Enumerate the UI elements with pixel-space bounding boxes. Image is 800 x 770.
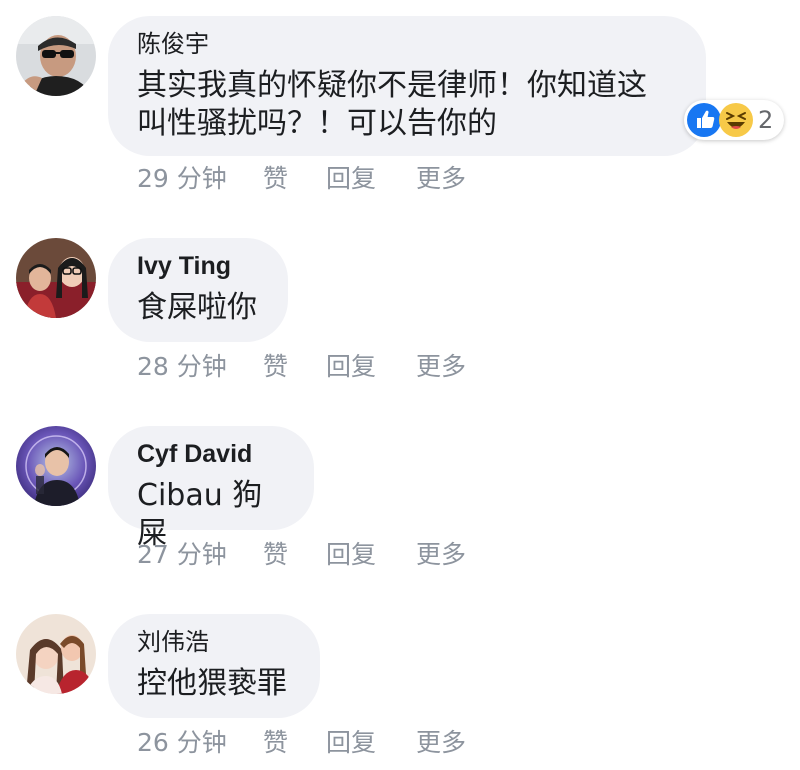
reply-button[interactable]: 回复 (326, 352, 376, 382)
comment-text: 食屎啦你 (137, 290, 257, 325)
like-button[interactable]: 赞 (263, 352, 288, 382)
avatar[interactable] (16, 16, 96, 96)
reactions-summary[interactable]: 2 (684, 100, 784, 140)
author-name[interactable]: 陈俊宇 (137, 30, 676, 58)
comment-text: 其实我真的怀疑你不是律师！你知道这 叫性骚扰吗？！可以告你的 (137, 68, 647, 141)
comment-bubble: Ivy Ting 食屎啦你 (108, 238, 288, 342)
reply-button[interactable]: 回复 (326, 728, 376, 758)
timestamp[interactable]: 27 分钟 (137, 540, 227, 570)
comment-bubble: 陈俊宇 其实我真的怀疑你不是律师！你知道这 叫性骚扰吗？！可以告你的 (108, 16, 706, 156)
avatar[interactable] (16, 614, 96, 694)
reply-button[interactable]: 回复 (326, 540, 376, 570)
comment-text: 控他猥亵罪 (137, 666, 287, 701)
timestamp[interactable]: 29 分钟 (137, 164, 227, 194)
like-button[interactable]: 赞 (263, 164, 288, 194)
author-name[interactable]: Cyf David (137, 440, 284, 468)
avatar[interactable] (16, 238, 96, 318)
more-button[interactable]: 更多 (416, 540, 466, 570)
more-button[interactable]: 更多 (416, 164, 466, 194)
like-button[interactable]: 赞 (263, 540, 288, 570)
like-icon (687, 103, 721, 137)
avatar[interactable] (16, 426, 96, 506)
more-button[interactable]: 更多 (416, 728, 466, 758)
timestamp[interactable]: 26 分钟 (137, 728, 227, 758)
reply-button[interactable]: 回复 (326, 164, 376, 194)
author-name[interactable]: Ivy Ting (137, 252, 258, 280)
reaction-count: 2 (758, 106, 774, 134)
more-button[interactable]: 更多 (416, 352, 466, 382)
comment-bubble: Cyf David Cibau 狗屎 (108, 426, 314, 551)
like-button[interactable]: 赞 (263, 728, 288, 758)
comment-bubble: 刘伟浩 控他猥亵罪 (108, 614, 320, 718)
timestamp[interactable]: 28 分钟 (137, 352, 227, 382)
haha-icon (719, 103, 753, 137)
author-name[interactable]: 刘伟浩 (137, 628, 290, 656)
